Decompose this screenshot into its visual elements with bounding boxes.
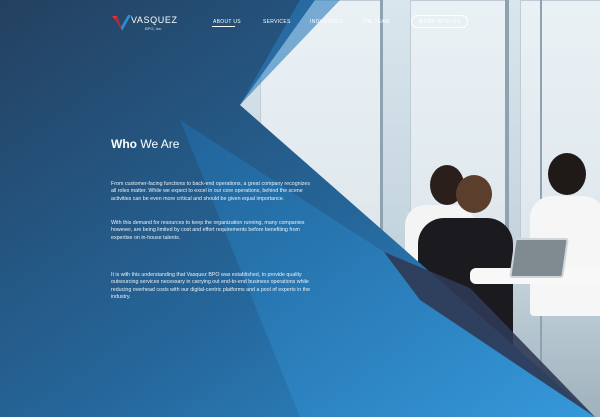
heading-rest: We Are [140, 137, 180, 151]
about-paragraph: It is with this understanding that Vasqu… [111, 272, 311, 300]
page: VASQUEZ BPO, Inc. ABOUT US SERVICES INDU… [0, 0, 600, 417]
brand-subtitle: BPO, Inc. [145, 26, 163, 31]
top-navigation: VASQUEZ BPO, Inc. ABOUT US SERVICES INDU… [0, 0, 600, 44]
blue-overlay-shapes [0, 0, 595, 417]
section-heading: Who We Are [111, 137, 179, 151]
work-with-us-button[interactable]: WORK WITH US [411, 15, 468, 28]
nav-about-us[interactable]: ABOUT US [213, 19, 241, 25]
nav-services[interactable]: SERVICES [263, 19, 291, 25]
logo-v-icon [112, 15, 131, 31]
nav-industries[interactable]: INDUSTRIES [310, 19, 343, 25]
brand-logo[interactable]: VASQUEZ BPO, Inc. [111, 13, 177, 33]
nav-the-team[interactable]: THE TEAM [362, 19, 390, 25]
heading-bold-word: Who [111, 137, 137, 151]
active-nav-underline [212, 26, 235, 27]
about-paragraph: From customer-facing functions to back-e… [111, 181, 311, 202]
about-paragraph: With this demand for resources to keep t… [111, 220, 305, 241]
brand-name: VASQUEZ [131, 15, 178, 25]
